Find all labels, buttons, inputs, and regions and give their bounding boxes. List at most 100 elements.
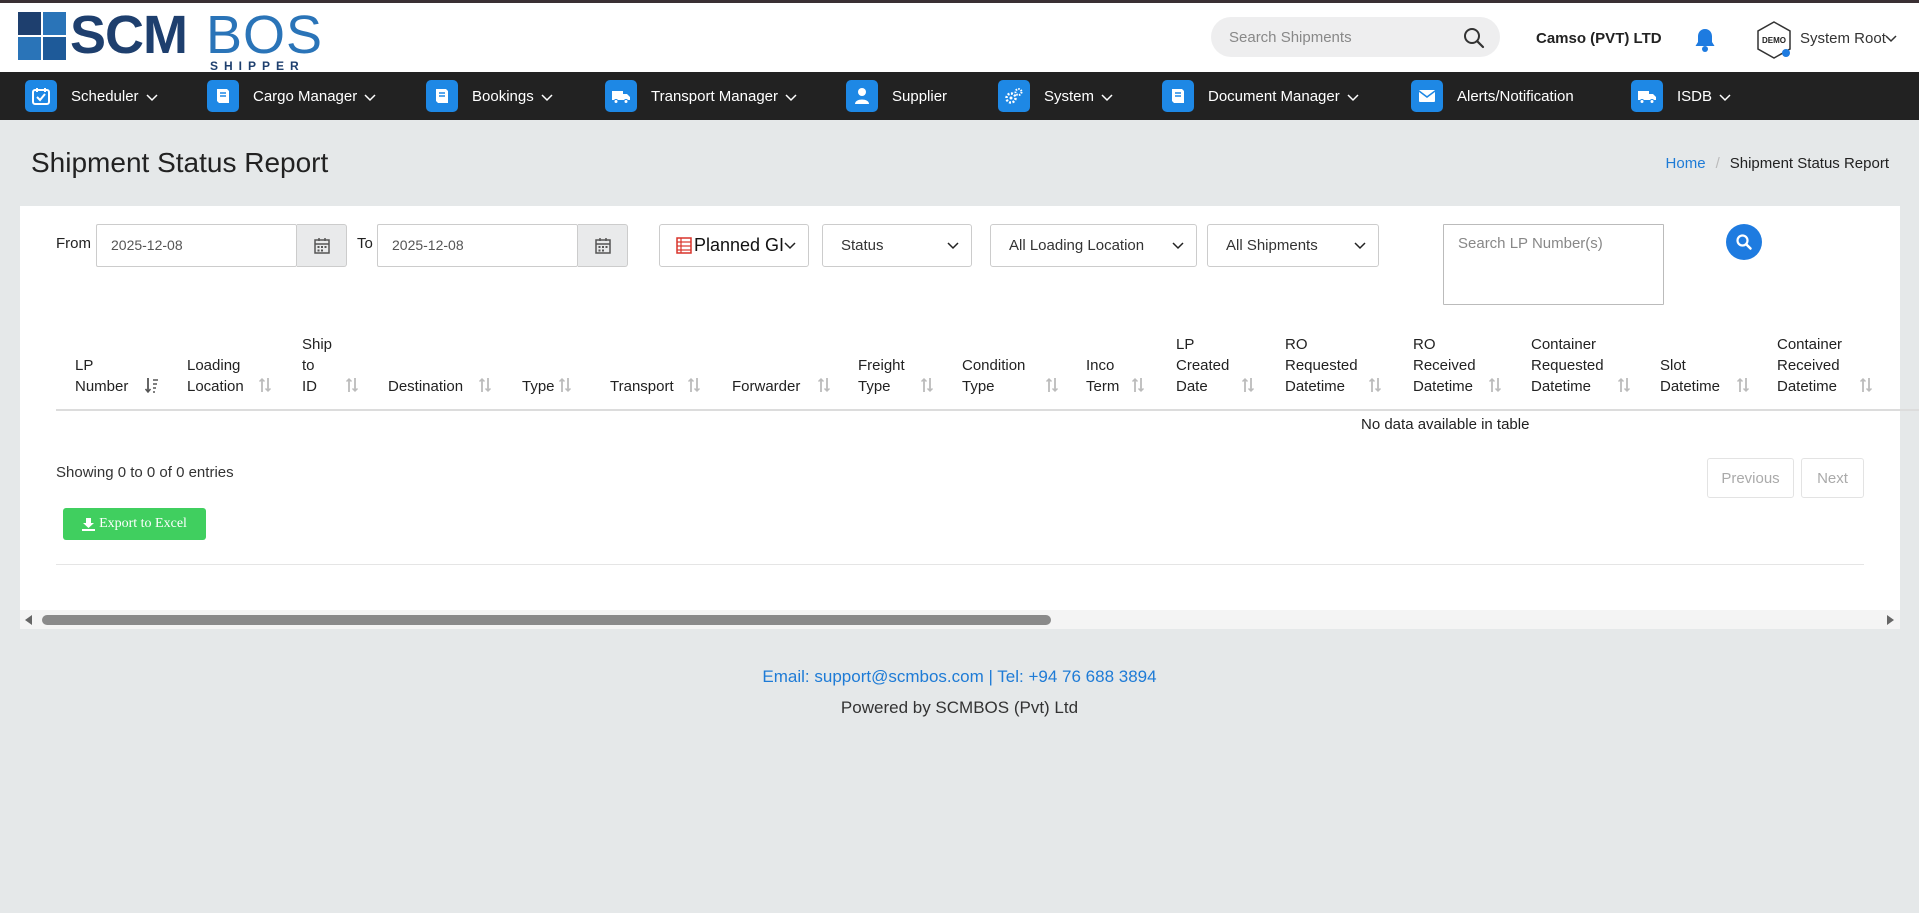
- nav-item-isdb[interactable]: ISDB: [1631, 72, 1731, 120]
- next-page-button[interactable]: Next: [1801, 458, 1864, 498]
- sort-icon[interactable]: [1368, 377, 1382, 393]
- nav-item-document-manager[interactable]: Document Manager: [1162, 72, 1359, 120]
- date-type-dropdown[interactable]: Planned GI: [659, 224, 809, 267]
- nav-label: ISDB: [1677, 87, 1713, 105]
- sort-icon[interactable]: [687, 377, 701, 393]
- nav-label: Document Manager: [1208, 87, 1340, 105]
- column-header-label: LP: [75, 357, 94, 374]
- sort-icon[interactable]: [478, 377, 492, 393]
- column-header-label: Term: [1086, 378, 1120, 395]
- column-header[interactable]: Condition Type: [962, 355, 1025, 397]
- column-header-label: Datetime: [1777, 378, 1838, 395]
- chevron-down-icon: [364, 93, 376, 101]
- sort-icon[interactable]: [345, 377, 359, 393]
- column-header-label: Type: [962, 378, 995, 395]
- to-label: To: [357, 235, 373, 252]
- scrollbar-thumb[interactable]: [42, 615, 1051, 625]
- logo-text-shipper: SHIPPER: [210, 59, 305, 73]
- column-header[interactable]: Inco Term: [1086, 355, 1119, 397]
- sort-icon[interactable]: [1859, 377, 1873, 393]
- gears-icon: [998, 80, 1030, 112]
- lp-number-search-input[interactable]: [1458, 235, 1648, 295]
- nav-label: Transport Manager: [651, 87, 779, 105]
- column-header[interactable]: Loading Location: [187, 355, 244, 397]
- column-header[interactable]: Destination: [388, 376, 463, 397]
- column-header-label: Type: [522, 378, 555, 395]
- sort-icon[interactable]: [558, 377, 572, 393]
- search-submit-button[interactable]: [1726, 224, 1762, 260]
- to-date-picker-button[interactable]: [578, 224, 628, 267]
- nav-item-bookings[interactable]: Bookings: [426, 72, 553, 120]
- scroll-right-arrow[interactable]: [1887, 615, 1894, 625]
- table-bottom-divider: [56, 564, 1864, 565]
- export-label: Export to Excel: [99, 516, 187, 531]
- sort-icon[interactable]: [1131, 377, 1145, 393]
- sort-icon[interactable]: [258, 377, 272, 393]
- shipments-select[interactable]: All Shipments: [1207, 224, 1379, 267]
- nav-label: Supplier: [892, 87, 948, 105]
- column-header-label: Forwarder: [732, 378, 801, 395]
- column-header-label: RO: [1285, 336, 1308, 353]
- to-date-input[interactable]: [392, 237, 562, 253]
- sort-icon[interactable]: [1488, 377, 1502, 393]
- sort-ascending-icon[interactable]: [145, 377, 159, 393]
- avatar-text: DEMO: [1762, 36, 1786, 45]
- sort-icon[interactable]: [1241, 377, 1255, 393]
- column-header[interactable]: Type: [522, 376, 555, 397]
- chevron-down-icon: [541, 93, 553, 101]
- export-to-excel-button[interactable]: Export to Excel: [63, 508, 206, 540]
- column-header[interactable]: Freight Type: [858, 355, 905, 397]
- from-date-picker-button[interactable]: [297, 224, 347, 267]
- sort-icon[interactable]: [1045, 377, 1059, 393]
- chevron-down-icon: [1172, 242, 1184, 250]
- user-menu[interactable]: System Root: [1800, 30, 1886, 47]
- logo-text-scm: SCM: [70, 5, 188, 65]
- column-header[interactable]: LP Number: [75, 355, 128, 397]
- nav-label: Scheduler: [71, 87, 139, 105]
- nav-item-system[interactable]: System: [998, 72, 1113, 120]
- from-date-input[interactable]: [111, 237, 281, 253]
- sort-icon[interactable]: [817, 377, 831, 393]
- shipment-search-input[interactable]: [1229, 27, 1449, 47]
- nav-item-scheduler[interactable]: Scheduler: [25, 72, 158, 120]
- scmbos-logo[interactable]: SCM BOS SHIPPER: [18, 5, 328, 75]
- column-header[interactable]: Container Received Datetime: [1777, 334, 1842, 397]
- avatar[interactable]: DEMO: [1755, 20, 1793, 60]
- column-header[interactable]: RO Requested Datetime: [1285, 334, 1358, 397]
- column-header[interactable]: RO Received Datetime: [1413, 334, 1476, 397]
- nav-item-transport-manager[interactable]: Transport Manager: [605, 72, 797, 120]
- sort-icon[interactable]: [920, 377, 934, 393]
- column-header[interactable]: LP Created Date: [1176, 334, 1229, 397]
- chevron-down-icon[interactable]: [1885, 35, 1897, 43]
- footer-contact[interactable]: Email: support@scmbos.com | Tel: +94 76 …: [0, 667, 1919, 687]
- nav-item-cargo-manager[interactable]: Cargo Manager: [207, 72, 376, 120]
- column-header[interactable]: Transport: [610, 376, 674, 397]
- search-icon[interactable]: [1462, 26, 1486, 50]
- column-header[interactable]: Slot Datetime: [1660, 355, 1720, 397]
- loading-location-select[interactable]: All Loading Location: [990, 224, 1197, 267]
- sort-icon[interactable]: [1617, 377, 1631, 393]
- footer-powered-by: Powered by SCMBOS (Pvt) Ltd: [840, 698, 1079, 717]
- breadcrumb-home-link[interactable]: Home: [1666, 155, 1706, 172]
- column-header-label: Freight: [858, 357, 905, 374]
- column-header[interactable]: Ship to ID: [302, 334, 332, 397]
- chevron-down-icon: [785, 93, 797, 101]
- column-header-label: RO: [1413, 336, 1436, 353]
- nav-item-alerts-notification[interactable]: Alerts/Notification: [1411, 72, 1574, 120]
- nav-item-supplier[interactable]: Supplier: [846, 72, 947, 120]
- previous-page-button[interactable]: Previous: [1707, 458, 1794, 498]
- chevron-down-icon: [947, 242, 959, 250]
- column-header[interactable]: Forwarder: [732, 376, 800, 397]
- status-select[interactable]: Status: [822, 224, 972, 267]
- column-header-label: Ship: [302, 336, 333, 353]
- horizontal-scrollbar[interactable]: [20, 610, 1900, 629]
- nav-label: System: [1044, 87, 1095, 105]
- bell-icon[interactable]: [1693, 27, 1717, 53]
- sort-icon[interactable]: [1736, 377, 1750, 393]
- chevron-down-icon: [1354, 242, 1366, 250]
- column-header-label: Datetime: [1285, 378, 1346, 395]
- column-header[interactable]: Container Requested Datetime: [1531, 334, 1604, 397]
- scroll-left-arrow[interactable]: [25, 615, 32, 625]
- column-header-label: Datetime: [1660, 378, 1721, 395]
- page-title: Shipment Status Report: [31, 147, 329, 178]
